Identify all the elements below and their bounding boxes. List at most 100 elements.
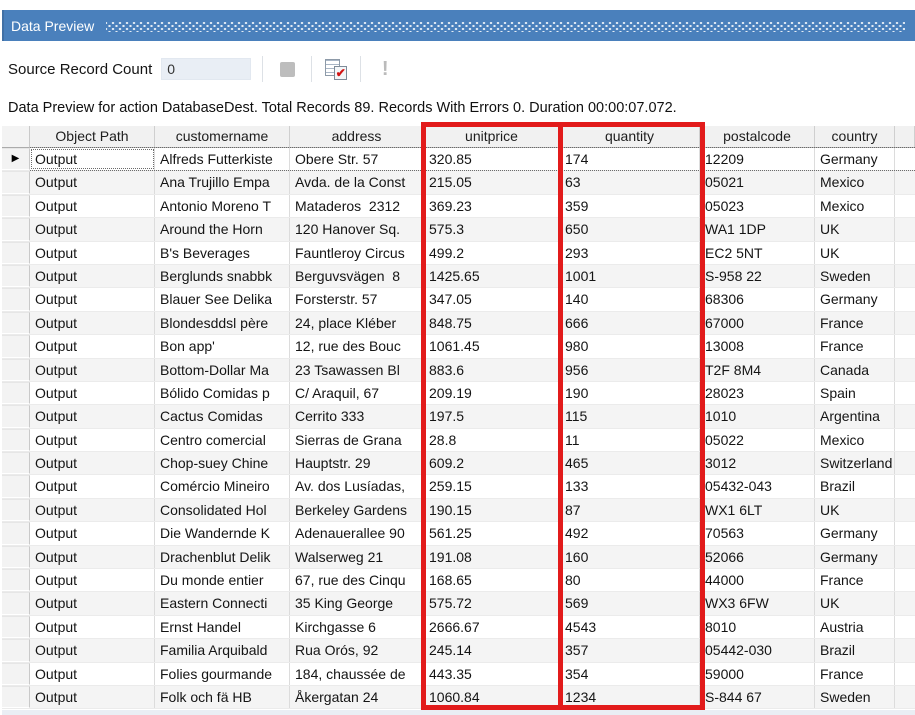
cell-object-path[interactable]: Output [30,663,155,685]
cell-object-path[interactable]: Output [30,265,155,287]
table-row[interactable]: Output Die Wandernde K Adenauerallee 90 … [2,522,915,545]
table-row[interactable]: Output Drachenblut Delik Walserweg 21 19… [2,546,915,569]
cell-postalcode[interactable]: 28023 [700,382,815,404]
cell-object-path[interactable]: Output [30,429,155,451]
row-selector[interactable] [2,359,30,381]
cell-postalcode[interactable]: 05023 [700,195,815,217]
cell-country[interactable]: France [815,312,895,334]
row-selector[interactable] [2,569,30,591]
cell-unitprice[interactable]: 369.23 [424,195,560,217]
cell-address[interactable]: Avda. de la Const [290,171,424,193]
cell-address[interactable]: 35 King George [290,592,424,614]
cell-quantity[interactable]: 1001 [560,265,700,287]
table-row[interactable]: Output Bólido Comidas p C/ Araquil, 67 2… [2,382,915,405]
cell-customername[interactable]: Die Wandernde K [155,522,290,544]
cell-country[interactable]: Brazil [815,639,895,661]
cell-customername[interactable]: Bólido Comidas p [155,382,290,404]
table-row[interactable]: Output Blondesddsl père 24, place Kléber… [2,312,915,335]
table-row[interactable]: Output Bottom-Dollar Ma 23 Tsawassen Bl … [2,359,915,382]
cell-quantity[interactable]: 115 [560,405,700,427]
cell-customername[interactable]: Berglunds snabbk [155,265,290,287]
cell-quantity[interactable]: 1234 [560,686,700,708]
cell-country[interactable]: France [815,663,895,685]
row-selector[interactable] [2,616,30,638]
cell-customername[interactable]: Blondesddsl père [155,312,290,334]
cell-object-path[interactable]: Output [30,148,155,170]
cell-unitprice[interactable]: 848.75 [424,312,560,334]
cell-address[interactable]: Rua Orós, 92 [290,639,424,661]
cell-country[interactable]: Mexico [815,195,895,217]
cell-customername[interactable]: B's Beverages [155,242,290,264]
table-row[interactable]: Output Centro comercial Sierras de Grana… [2,429,915,452]
cell-country[interactable]: UK [815,499,895,521]
row-selector[interactable] [2,686,30,708]
table-row[interactable]: Output Antonio Moreno T Mataderos 2312 3… [2,195,915,218]
row-selector[interactable] [2,499,30,521]
validate-button[interactable]: ✔ [323,56,349,82]
cell-customername[interactable]: Folk och fä HB [155,686,290,708]
row-selector[interactable] [2,288,30,310]
row-selector[interactable] [2,265,30,287]
row-selector[interactable] [2,639,30,661]
cell-quantity[interactable]: 11 [560,429,700,451]
cell-address[interactable]: Kirchgasse 6 [290,616,424,638]
cell-address[interactable]: Forsterstr. 57 [290,288,424,310]
cell-unitprice[interactable]: 28.8 [424,429,560,451]
cell-address[interactable]: Hauptstr. 29 [290,452,424,474]
cell-customername[interactable]: Folies gourmande [155,663,290,685]
cell-postalcode[interactable]: 05022 [700,429,815,451]
cell-address[interactable]: 23 Tsawassen Bl [290,359,424,381]
cell-unitprice[interactable]: 197.5 [424,405,560,427]
cell-unitprice[interactable]: 190.15 [424,499,560,521]
cell-address[interactable]: 120 Hanover Sq. [290,218,424,240]
cell-country[interactable]: France [815,335,895,357]
column-header-customername[interactable]: customername [155,126,290,148]
cell-customername[interactable]: Bottom-Dollar Ma [155,359,290,381]
cell-customername[interactable]: Around the Horn [155,218,290,240]
cell-unitprice[interactable]: 347.05 [424,288,560,310]
cell-country[interactable]: UK [815,592,895,614]
cell-postalcode[interactable]: T2F 8M4 [700,359,815,381]
cell-object-path[interactable]: Output [30,242,155,264]
cell-customername[interactable]: Familia Arquibald [155,639,290,661]
cell-country[interactable]: Germany [815,546,895,568]
cell-customername[interactable]: Du monde entier [155,569,290,591]
cell-object-path[interactable]: Output [30,592,155,614]
table-row[interactable]: Output Around the Horn 120 Hanover Sq. 5… [2,218,915,241]
cell-address[interactable]: Berkeley Gardens [290,499,424,521]
cell-quantity[interactable]: 357 [560,639,700,661]
cell-address[interactable]: Fauntleroy Circus [290,242,424,264]
cell-object-path[interactable]: Output [30,382,155,404]
row-selector[interactable] [2,312,30,334]
row-selector[interactable] [2,429,30,451]
cell-postalcode[interactable]: S-958 22 [700,265,815,287]
cell-quantity[interactable]: 492 [560,522,700,544]
cell-country[interactable]: Austria [815,616,895,638]
table-row[interactable]: Output Folk och fä HB Åkergatan 24 1060.… [2,686,915,709]
cell-unitprice[interactable]: 320.85 [424,148,560,170]
cell-unitprice[interactable]: 191.08 [424,546,560,568]
cell-unitprice[interactable]: 499.2 [424,242,560,264]
table-row[interactable]: Output Du monde entier 67, rue des Cinqu… [2,569,915,592]
table-row[interactable]: ▶ Output Alfreds Futterkiste Obere Str. … [2,148,915,171]
cell-quantity[interactable]: 354 [560,663,700,685]
cell-quantity[interactable]: 63 [560,171,700,193]
table-row[interactable]: Output Consolidated Hol Berkeley Gardens… [2,499,915,522]
row-selector[interactable] [2,195,30,217]
cell-country[interactable]: Sweden [815,686,895,708]
table-row[interactable]: Output Chop-suey Chine Hauptstr. 29 609.… [2,452,915,475]
cell-object-path[interactable]: Output [30,452,155,474]
table-row[interactable]: Output Folies gourmande 184, chaussée de… [2,663,915,686]
table-row[interactable]: Output Berglunds snabbk Berguvsvägen 8 1… [2,265,915,288]
cell-postalcode[interactable]: 8010 [700,616,815,638]
cell-object-path[interactable]: Output [30,171,155,193]
cell-country[interactable]: Germany [815,148,895,170]
cell-address[interactable]: 184, chaussée de [290,663,424,685]
cell-quantity[interactable]: 87 [560,499,700,521]
row-selector[interactable]: ▶ [2,148,30,170]
cell-customername[interactable]: Chop-suey Chine [155,452,290,474]
cell-postalcode[interactable]: 12209 [700,148,815,170]
grid-corner-cell[interactable] [2,126,30,148]
cell-postalcode[interactable]: 59000 [700,663,815,685]
cell-country[interactable]: Argentina [815,405,895,427]
